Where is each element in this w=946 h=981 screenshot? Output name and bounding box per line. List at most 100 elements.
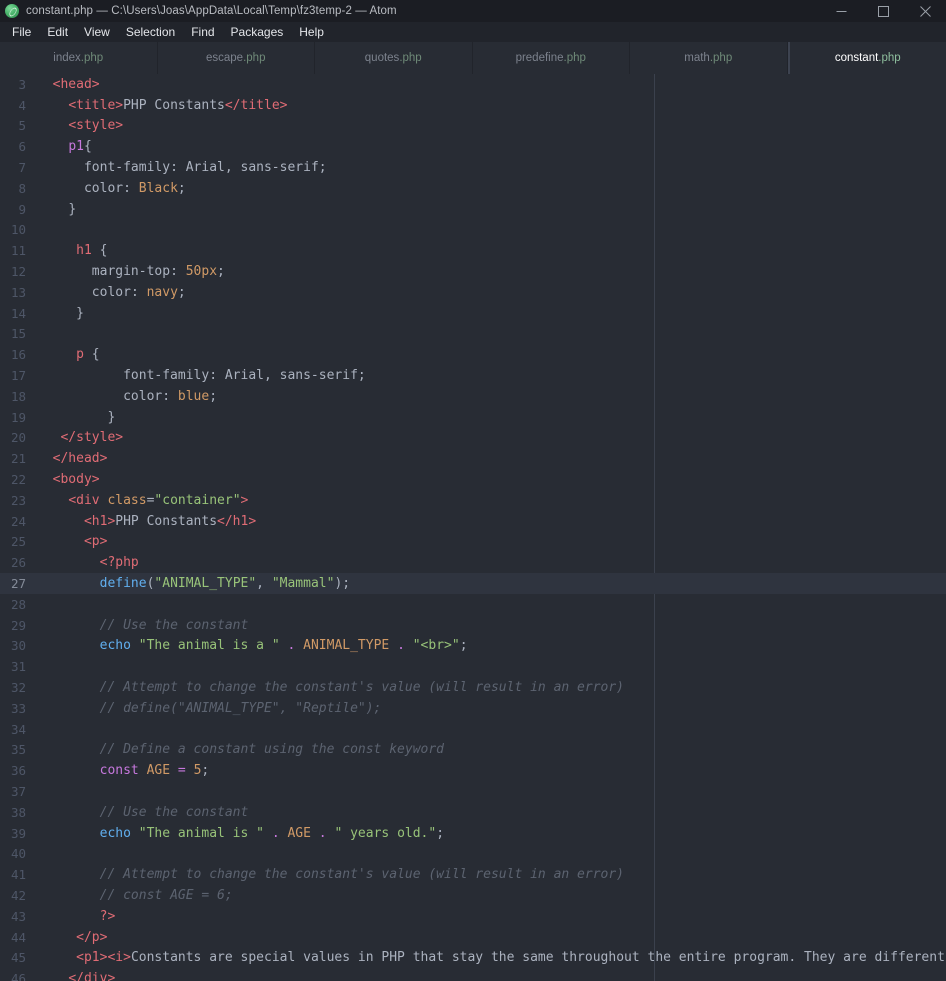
code-line[interactable]: 19 } xyxy=(0,407,946,428)
token-punc: : xyxy=(130,284,147,300)
code-line[interactable]: 43 ?> xyxy=(0,906,946,927)
code-line[interactable]: 9 } xyxy=(0,199,946,220)
tab-extension: .php xyxy=(563,52,586,64)
tab-constant[interactable]: constant .php xyxy=(787,42,946,74)
code-line[interactable]: 24 <h1>PHP Constants</h1> xyxy=(0,511,946,532)
line-number: 13 xyxy=(10,284,26,300)
code-line[interactable]: 14 } xyxy=(0,303,946,324)
line-number: 12 xyxy=(10,264,26,280)
code-line[interactable]: 7 font-family: Arial, sans-serif; xyxy=(0,157,946,178)
menu-item-edit[interactable]: Edit xyxy=(39,22,76,42)
code-line[interactable]: 27 define("ANIMAL_TYPE", "Mammal"); xyxy=(0,573,946,594)
token-plain: PHP Constants xyxy=(115,513,218,529)
tab-index[interactable]: index .php xyxy=(0,42,158,74)
token-punc: ; xyxy=(459,638,468,654)
code-line[interactable]: 20 </style> xyxy=(0,428,946,449)
code-line[interactable]: 11 h1 { xyxy=(0,240,946,261)
editor-lines: 3 <head> 4 <title>PHP Constants</title> 5 … xyxy=(0,74,946,981)
line-number: 8 xyxy=(18,180,26,196)
code-line[interactable]: 4 <title>PHP Constants</title> xyxy=(0,95,946,116)
code-line[interactable]: 8 color: Black; xyxy=(0,178,946,199)
token-tag: </h1> xyxy=(217,513,257,529)
token-punc: ; xyxy=(177,284,186,300)
code-line[interactable]: 28 xyxy=(0,594,946,615)
code-line[interactable]: 35 // Define a constant using the const … xyxy=(0,740,946,761)
menu-item-find[interactable]: Find xyxy=(183,22,222,42)
line-number: 3 xyxy=(18,76,26,92)
tab-escape[interactable]: escape .php xyxy=(157,42,315,74)
code-line[interactable]: 33 // define("ANIMAL_TYPE", "Reptile"); xyxy=(0,698,946,719)
code-line[interactable]: 46 </div> xyxy=(0,968,946,981)
code-line[interactable]: 5 <style> xyxy=(0,116,946,137)
code-line[interactable]: 17 font-family: Arial, sans-serif; xyxy=(0,365,946,386)
code-line[interactable]: 22 <body> xyxy=(0,469,946,490)
tab-predefine[interactable]: predefine .php xyxy=(472,42,630,74)
menu-item-view[interactable]: View xyxy=(76,22,118,42)
close-button[interactable] xyxy=(904,0,946,22)
code-line[interactable]: 30 echo "The animal is a " . ANIMAL_TYPE… xyxy=(0,636,946,657)
minimize-button[interactable] xyxy=(820,0,862,22)
maximize-button[interactable] xyxy=(862,0,904,22)
token-php: ?> xyxy=(99,908,116,924)
code-line[interactable]: 23 <div class="container"> xyxy=(0,490,946,511)
code-line[interactable]: 42 // const AGE = 6; xyxy=(0,885,946,906)
token-fn: define xyxy=(99,576,147,592)
line-number: 20 xyxy=(10,430,26,446)
code-line[interactable]: 6 p1{ xyxy=(0,136,946,157)
code-line[interactable]: 15 xyxy=(0,324,946,345)
code-line[interactable]: 37 xyxy=(0,781,946,802)
code-line[interactable]: 45 <p1><i>Constants are special values i… xyxy=(0,947,946,968)
token-prop: margin-top xyxy=(91,264,171,280)
line-number: 15 xyxy=(10,326,26,342)
code-line[interactable]: 44 </p> xyxy=(0,927,946,948)
code-line[interactable]: 16 p { xyxy=(0,344,946,365)
code-line[interactable]: 32 // Attempt to change the constant's v… xyxy=(0,677,946,698)
code-line[interactable]: 26 <?php xyxy=(0,552,946,573)
line-number: 39 xyxy=(10,825,26,841)
line-content: <head> xyxy=(26,77,100,92)
code-line[interactable]: 18 color: blue; xyxy=(0,386,946,407)
menu-item-help[interactable]: Help xyxy=(291,22,332,42)
line-number: 35 xyxy=(10,742,26,758)
token-tag: </head> xyxy=(52,451,108,467)
token-kw: . xyxy=(271,825,280,841)
menu-item-selection[interactable]: Selection xyxy=(118,22,183,42)
token-prop: font-family xyxy=(83,160,171,176)
code-line[interactable]: 31 xyxy=(0,656,946,677)
menu-item-packages[interactable]: Packages xyxy=(223,22,292,42)
token-str: "The animal is a " xyxy=(138,638,280,654)
code-line[interactable]: 34 xyxy=(0,719,946,740)
code-line[interactable]: 40 xyxy=(0,843,946,864)
menu-item-file[interactable]: File xyxy=(4,22,39,42)
code-line[interactable]: 41 // Attempt to change the constant's v… xyxy=(0,864,946,885)
code-line[interactable]: 12 margin-top: 50px; xyxy=(0,261,946,282)
code-line[interactable]: 10 xyxy=(0,220,946,241)
token-sel: h1 xyxy=(76,243,92,259)
code-line[interactable]: 36 const AGE = 5; xyxy=(0,760,946,781)
line-content: color: Black; xyxy=(26,181,186,196)
tab-math[interactable]: math .php xyxy=(630,42,788,74)
code-line[interactable]: 3 <head> xyxy=(0,74,946,95)
code-line[interactable]: 25 <p> xyxy=(0,532,946,553)
token-val: navy xyxy=(146,284,178,300)
line-number: 4 xyxy=(18,97,26,113)
tab-quotes[interactable]: quotes .php xyxy=(315,42,473,74)
line-number: 18 xyxy=(10,388,26,404)
line-number: 24 xyxy=(10,513,26,529)
code-line[interactable]: 39 echo "The animal is " . AGE . " years… xyxy=(0,823,946,844)
code-line[interactable]: 38 // Use the constant xyxy=(0,802,946,823)
line-number: 44 xyxy=(10,929,26,945)
line-number: 37 xyxy=(10,783,26,799)
token-const: AGE xyxy=(287,825,311,841)
code-editor[interactable]: 3 <head> 4 <title>PHP Constants</title> 5 … xyxy=(0,74,946,981)
token-kw: = xyxy=(177,763,186,779)
code-line[interactable]: 21 </head> xyxy=(0,448,946,469)
code-line[interactable]: 13 color: navy; xyxy=(0,282,946,303)
code-line[interactable]: 29 // Use the constant xyxy=(0,615,946,636)
token-tag: <style> xyxy=(68,118,124,134)
